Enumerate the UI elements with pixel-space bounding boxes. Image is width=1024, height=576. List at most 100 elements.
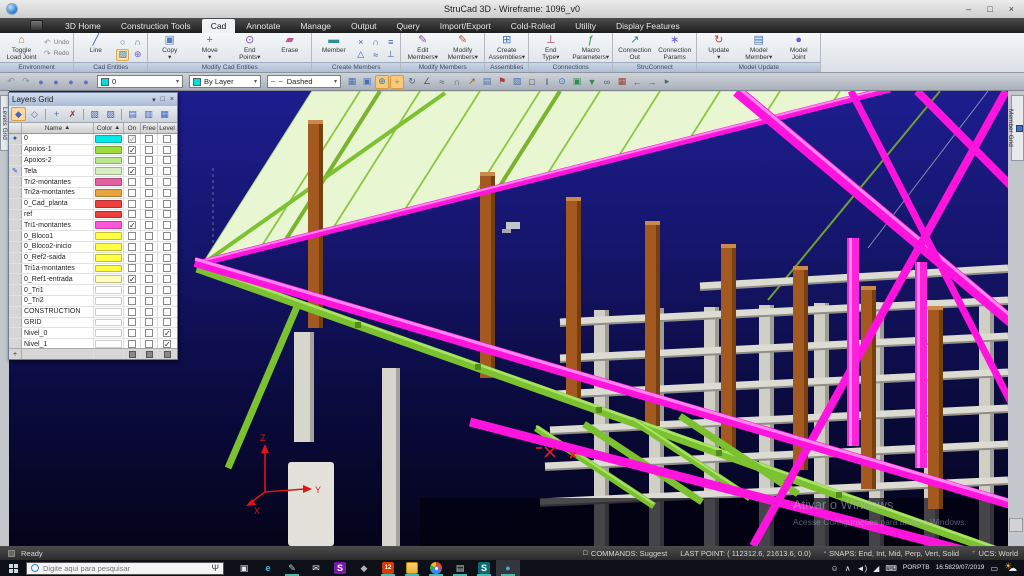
layer-row-0-cad-planta[interactable]: 0_Cad_planta (9, 199, 177, 210)
ribbon-tab-query[interactable]: Query (388, 19, 429, 33)
file-explorer[interactable] (400, 560, 424, 576)
layer-level-checkbox[interactable] (158, 156, 176, 166)
modify-members-button[interactable]: ✎Modify Members▾ (443, 34, 482, 62)
layer-on-checkbox[interactable]: ✓ (124, 274, 141, 284)
cone-icon[interactable]: ▼ (585, 75, 599, 89)
layer-free-checkbox[interactable] (141, 220, 158, 230)
app-sway[interactable]: S (328, 560, 352, 576)
layer-on-checkbox[interactable] (124, 296, 141, 306)
layer-row-gutter[interactable] (9, 318, 22, 328)
volume-icon[interactable]: ◄) (857, 564, 868, 573)
layer-row-gutter[interactable] (9, 156, 22, 166)
layer-row-gutter[interactable] (9, 199, 22, 209)
layer-level-checkbox[interactable]: ✓ (158, 328, 176, 338)
layers-grid-add-row[interactable]: + (9, 348, 177, 359)
layer-free-checkbox[interactable] (141, 134, 158, 144)
layer-level-checkbox[interactable] (158, 199, 176, 209)
target-icon[interactable]: ⊙ (555, 75, 569, 89)
layer-on-checkbox[interactable] (124, 318, 141, 328)
layer-free-checkbox[interactable] (141, 285, 158, 295)
layers-icon[interactable]: ▧ (510, 75, 524, 89)
layer-states-icon[interactable]: ◇ (27, 107, 42, 121)
layer-free-checkbox[interactable] (141, 145, 158, 155)
layer-row-gutter[interactable] (9, 220, 22, 230)
layer-color-cell[interactable] (94, 199, 124, 209)
layer-row-construction[interactable]: CONSTRUCTION (9, 307, 177, 318)
layer-level-checkbox[interactable] (158, 220, 176, 230)
layer-on-checkbox[interactable] (124, 242, 141, 252)
arc-entity-icon[interactable]: ∩ (131, 36, 144, 48)
view-sphere-1-icon[interactable]: ● (34, 75, 48, 89)
layer-free-checkbox[interactable] (141, 296, 158, 306)
hatch-entity-icon[interactable]: ▨ (116, 49, 129, 61)
layer-free-checkbox[interactable] (141, 307, 158, 317)
layer-row-0-bloco2-inicio[interactable]: 0_Bloco2-inicio (9, 242, 177, 253)
app-teal-tool[interactable]: S (472, 560, 496, 576)
status-commands[interactable]: ☐ COMMANDS: Suggest (583, 549, 668, 558)
undo-icon[interactable]: ↶ (4, 75, 18, 89)
ribbon-tab-construction-tools[interactable]: Construction Tools (112, 19, 200, 33)
layer-free-checkbox[interactable] (141, 156, 158, 166)
layer-on-checkbox[interactable] (124, 328, 141, 338)
layer-color-cell[interactable] (94, 339, 124, 348)
layer-level-checkbox[interactable] (158, 285, 176, 295)
layer-all-on-icon[interactable]: ▤ (125, 107, 140, 121)
layer-row-gutter[interactable]: ● (9, 134, 22, 144)
layer-on-checkbox[interactable] (124, 199, 141, 209)
circle-entity-icon[interactable]: ○ (116, 36, 129, 48)
orbit-icon[interactable]: ⊕ (375, 75, 389, 89)
layer-level-checkbox[interactable] (158, 166, 176, 176)
poly-member-icon[interactable]: ≈ (369, 49, 382, 61)
taskbar-clock[interactable]: 16:5829/07/2019 (936, 564, 985, 571)
layer-level-checkbox[interactable] (158, 231, 176, 241)
layer-color-cell[interactable] (94, 296, 124, 306)
prev-icon[interactable]: ← (630, 75, 644, 89)
layer-color-cell[interactable] (94, 188, 124, 198)
layer-free-checkbox[interactable] (141, 253, 158, 263)
end-points-button[interactable]: ⊙End Points▾ (230, 34, 269, 62)
macro-parameters-button[interactable]: ƒMacro Parameters▾ (571, 34, 610, 62)
layer-row-tri2a-montantes[interactable]: Tri2a-montantes (9, 188, 177, 199)
layer-row-gutter[interactable] (9, 274, 22, 284)
snap-toggle-icon[interactable]: ▣ (360, 75, 374, 89)
ribbon-tab-3d-home[interactable]: 3D Home (56, 19, 110, 33)
layer-on-checkbox[interactable] (124, 177, 141, 187)
layer-row-gutter[interactable]: ✎ (9, 166, 22, 176)
green-box-icon[interactable]: ▣ (570, 75, 584, 89)
layer-row-tela[interactable]: ✎Tela✓ (9, 166, 177, 177)
create-assemblies-button[interactable]: ⊞Create Assemblies▾ (487, 34, 526, 62)
arc-tool-icon[interactable]: ∩ (450, 75, 464, 89)
flag-icon[interactable]: ⚑ (495, 75, 509, 89)
view-sphere-3-icon[interactable]: ● (64, 75, 78, 89)
layer-level-checkbox[interactable] (158, 253, 176, 263)
layer-color-cell[interactable] (94, 177, 124, 187)
layer-free-checkbox[interactable] (141, 242, 158, 252)
layer-row-gutter[interactable] (9, 296, 22, 306)
layer-free-checkbox[interactable] (141, 339, 158, 348)
layer-free-checkbox[interactable] (141, 166, 158, 176)
layer-on-checkbox[interactable]: ✓ (124, 220, 141, 230)
free-column-header[interactable]: Free (141, 123, 158, 133)
layer-level-checkbox[interactable] (158, 134, 176, 144)
app-design-tool[interactable]: ✎ (280, 560, 304, 576)
ribbon-tab-annotate[interactable]: Annotate (237, 19, 289, 33)
curved-member-icon[interactable]: ∩ (369, 36, 382, 48)
level-column-header[interactable]: Level (158, 123, 176, 133)
layer-on-checkbox[interactable] (124, 210, 141, 220)
layer-color-cell[interactable] (94, 242, 124, 252)
layer-free-checkbox[interactable] (141, 328, 158, 338)
model-joint-button[interactable]: ●Model Joint (779, 34, 818, 62)
ribbon-tab-cold-rolled[interactable]: Cold-Rolled (502, 19, 564, 33)
layer-on-checkbox[interactable] (124, 307, 141, 317)
link-icon[interactable]: ∞ (600, 75, 614, 89)
layer-color-cell[interactable] (94, 285, 124, 295)
layer-color-cell[interactable] (94, 220, 124, 230)
layer-row-grid[interactable]: GRID (9, 318, 177, 329)
dock-handle[interactable] (1009, 518, 1023, 532)
layer-free-checkbox[interactable] (141, 199, 158, 209)
redo-button[interactable]: ↷Redo (44, 49, 69, 58)
keyboard-icon[interactable]: ⌨ (885, 564, 897, 573)
layer-on-checkbox[interactable] (124, 188, 141, 198)
close-button[interactable]: × (1009, 4, 1014, 14)
layer-isolate-icon[interactable]: ▦ (157, 107, 172, 121)
